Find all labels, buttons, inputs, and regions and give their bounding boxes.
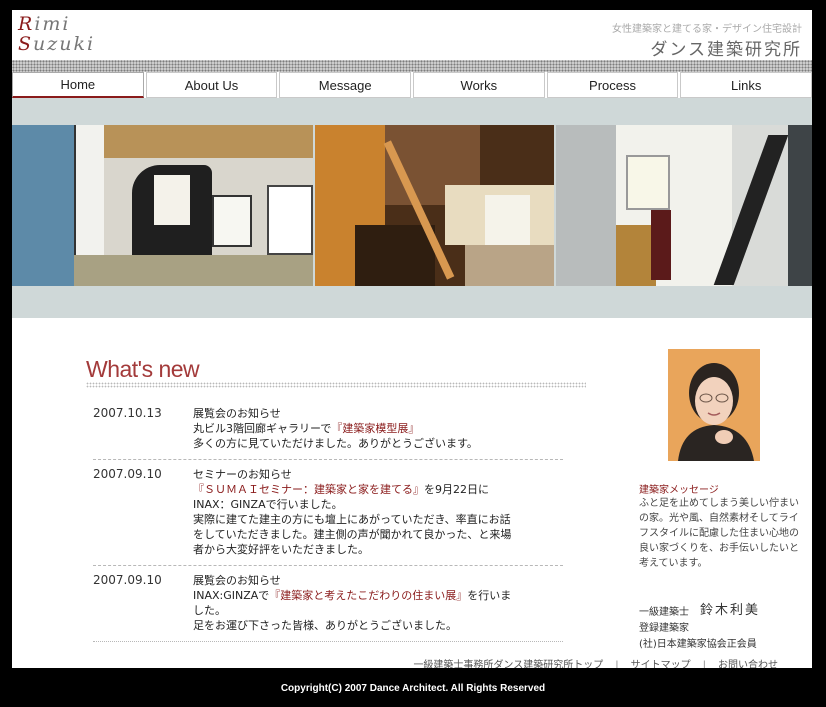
architect-name: 鈴木利美	[700, 603, 761, 618]
news-text: INAX:GINZAで	[193, 589, 270, 602]
footer-separator: |	[615, 660, 619, 668]
news-text: 丸ビル3階回廊ギャラリーで	[193, 422, 332, 435]
site-logo[interactable]: Rimi Suzuki	[18, 14, 95, 54]
architect-registration: 登録建築家	[639, 623, 689, 634]
news-list: 2007.10.13 展覧会のお知らせ 丸ビル3階回廊ギャラリーで『建築家模型展…	[93, 406, 563, 649]
news-text: INAX：GINZAで行いました。	[193, 498, 343, 511]
footer-link-sitemap[interactable]: サイトマップ	[631, 660, 691, 668]
news-link[interactable]: 『建築家模型展』	[331, 422, 419, 435]
nav-message[interactable]: Message	[279, 72, 412, 98]
news-text: を行いま	[467, 589, 512, 602]
nav-works[interactable]: Works	[413, 72, 545, 98]
news-date: 2007.10.13	[93, 406, 162, 420]
news-link[interactable]: 『ＳＵＭＡＩセミナー：建築家と家を建てる』	[193, 483, 424, 496]
footer-link-top[interactable]: 一級建築士事務所ダンス建築研究所トップ	[413, 660, 603, 668]
main-nav: Home About Us Message Works Process Link…	[12, 72, 812, 98]
news-text: 足をお運び下さった皆様、ありがとうございました。	[193, 619, 457, 632]
news-heading: 展覧会のお知らせ	[193, 574, 281, 587]
news-text: 者から大変好評をいただきました。	[193, 543, 369, 556]
footer-separator: |	[702, 660, 706, 668]
news-text: した。	[193, 604, 226, 617]
nav-home[interactable]: Home	[12, 72, 144, 98]
architect-role: 一級建築士	[639, 607, 689, 618]
news-body: セミナーのお知らせ 『ＳＵＭＡＩセミナー：建築家と家を建てる』を9月22日に I…	[193, 467, 563, 557]
photo-tatami-room	[12, 125, 313, 286]
architect-portrait	[668, 349, 760, 461]
news-item: 2007.09.10 セミナーのお知らせ 『ＳＵＭＡＩセミナー：建築家と家を建て…	[93, 467, 563, 566]
site-tagline: 女性建築家と建てる家・デザイン住宅設計	[612, 24, 802, 35]
footer-link-contact[interactable]: お問い合わせ	[718, 660, 778, 668]
news-text: 実際に建てた建主の方にも壇上にあがっていただき、率直にお話	[193, 513, 511, 526]
sidebar-title: 建築家メッセージ	[639, 485, 719, 496]
nav-links[interactable]: Links	[680, 72, 812, 98]
header-divider	[12, 60, 812, 72]
architect-association: (社)日本建築家協会正会員	[639, 639, 757, 650]
news-heading: セミナーのお知らせ	[193, 468, 292, 481]
company-name: ダンス建築研究所	[650, 40, 802, 60]
sidebar-message: ふと足を止めてしまう美しい佇まいの家。光や風、自然素材そしてライフスタイルに配慮…	[639, 498, 799, 569]
page-container: Rimi Suzuki 女性建築家と建てる家・デザイン住宅設計 ダンス建築研究所…	[12, 10, 812, 668]
logo-rest-1: imi	[34, 13, 71, 35]
news-date: 2007.09.10	[93, 573, 162, 587]
news-item: 2007.10.13 展覧会のお知らせ 丸ビル3階回廊ギャラリーで『建築家模型展…	[93, 406, 563, 460]
news-heading: 展覧会のお知らせ	[193, 407, 281, 420]
news-date: 2007.09.10	[93, 467, 162, 481]
news-text: をしていただきました。建主側の声が聞かれて良かった、と来場	[193, 528, 512, 541]
photo-modern-stairs	[556, 125, 812, 286]
logo-cap-s: S	[18, 33, 34, 55]
news-link[interactable]: 『建築家と考えたこだわりの住まい展』	[269, 589, 467, 602]
news-item: 2007.09.10 展覧会のお知らせ INAX:GINZAで『建築家と考えたこ…	[93, 573, 563, 642]
photo-band	[12, 98, 812, 318]
section-title: What's new	[86, 356, 200, 382]
nav-process[interactable]: Process	[546, 72, 679, 98]
nav-about-us[interactable]: About Us	[145, 72, 278, 98]
footer-links: 一級建築士事務所ダンス建築研究所トップ | サイトマップ | お問い合わせ	[413, 656, 778, 668]
logo-rest-2: uzuki	[33, 33, 96, 55]
news-body: 展覧会のお知らせ INAX:GINZAで『建築家と考えたこだわりの住まい展』を行…	[193, 573, 563, 633]
news-body: 展覧会のお知らせ 丸ビル3階回廊ギャラリーで『建築家模型展』 多くの方に見ていた…	[193, 406, 563, 451]
photo-wooden-hall	[315, 125, 554, 286]
title-divider	[86, 382, 586, 388]
news-text: を9月22日に	[424, 483, 489, 496]
news-text: 多くの方に見ていただけました。ありがとうございます。	[193, 437, 478, 450]
copyright: Copyright(C) 2007 Dance Architect. All R…	[280, 683, 546, 694]
logo-cap-r: R	[18, 13, 35, 35]
